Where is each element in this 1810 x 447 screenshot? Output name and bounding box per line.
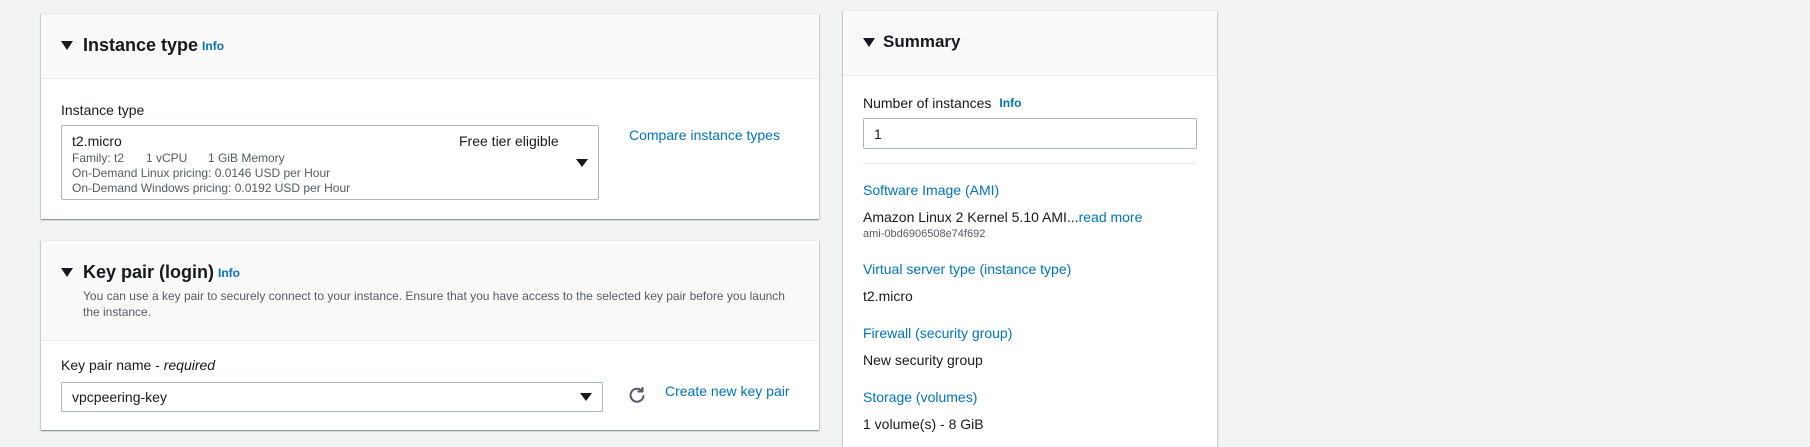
number-of-instances-value: 1: [874, 126, 882, 142]
summary-divider: [863, 163, 1197, 164]
instance-vcpu: 1 vCPU: [146, 151, 188, 165]
ami-id: ami-0bd6906508e74f692: [863, 228, 986, 240]
instance-type-panel: Instance type Info Instance type t2.micro…: [41, 13, 819, 219]
key-pair-info-link[interactable]: Info: [218, 266, 240, 280]
number-of-instances-input[interactable]: 1: [863, 118, 1197, 149]
chevron-down-icon[interactable]: [580, 393, 592, 401]
instance-type-header[interactable]: Instance type Info: [41, 14, 819, 79]
collapse-caret-icon[interactable]: [61, 41, 73, 50]
collapse-caret-icon[interactable]: [61, 268, 73, 277]
instance-type-name: t2.micro: [72, 133, 122, 149]
key-pair-description-line2: the instance.: [83, 305, 152, 319]
key-pair-header[interactable]: Key pair (login) Info You can use a key p…: [41, 241, 819, 341]
software-image-link[interactable]: Software Image (AMI): [863, 182, 999, 198]
number-of-instances-info-link[interactable]: Info: [999, 96, 1021, 110]
instance-memory: 1 GiB Memory: [208, 151, 285, 165]
refresh-icon[interactable]: [627, 385, 647, 405]
storage-value: 1 volume(s) - 8 GiB: [863, 416, 984, 432]
key-pair-panel: Key pair (login) Info You can use a key p…: [41, 240, 819, 430]
key-pair-select[interactable]: vpcpeering-key: [61, 382, 603, 412]
key-pair-description-line1: You can use a key pair to securely conne…: [83, 289, 785, 303]
firewall-value: New security group: [863, 352, 983, 368]
create-new-key-pair-link[interactable]: Create new key pair: [665, 383, 790, 399]
virtual-server-type-link[interactable]: Virtual server type (instance type): [863, 261, 1071, 277]
windows-pricing: On-Demand Windows pricing: 0.0192 USD pe…: [72, 181, 351, 195]
instance-family: Family: t2: [72, 151, 125, 165]
number-of-instances-label: Number of instances Info: [863, 95, 1022, 111]
summary-title: Summary: [883, 32, 961, 51]
key-pair-selected: vpcpeering-key: [72, 389, 167, 405]
instance-type-title: Instance type Info: [83, 35, 225, 55]
summary-header[interactable]: Summary: [843, 11, 1217, 76]
storage-link[interactable]: Storage (volumes): [863, 389, 977, 405]
ami-value: Amazon Linux 2 Kernel 5.10 AMI...read mo…: [863, 209, 1143, 225]
summary-panel: Summary Number of instances Info 1 Softwa…: [843, 10, 1217, 447]
linux-pricing: On-Demand Linux pricing: 0.0146 USD per …: [72, 166, 331, 180]
firewall-link[interactable]: Firewall (security group): [863, 325, 1012, 341]
collapse-caret-icon[interactable]: [863, 38, 875, 47]
free-tier-badge: Free tier eligible: [459, 133, 559, 149]
virtual-server-type-value: t2.micro: [863, 288, 913, 304]
instance-type-info-link[interactable]: Info: [202, 39, 224, 53]
key-pair-title: Key pair (login) Info: [83, 262, 241, 282]
instance-type-field-label: Instance type: [61, 102, 145, 118]
instance-type-select[interactable]: t2.micro Free tier eligible Family: t2 1…: [61, 125, 599, 200]
chevron-down-icon[interactable]: [576, 159, 588, 167]
compare-instance-types-link[interactable]: Compare instance types: [629, 127, 780, 143]
read-more-link[interactable]: read more: [1079, 209, 1143, 225]
key-pair-field-label: Key pair name - required: [61, 357, 216, 373]
